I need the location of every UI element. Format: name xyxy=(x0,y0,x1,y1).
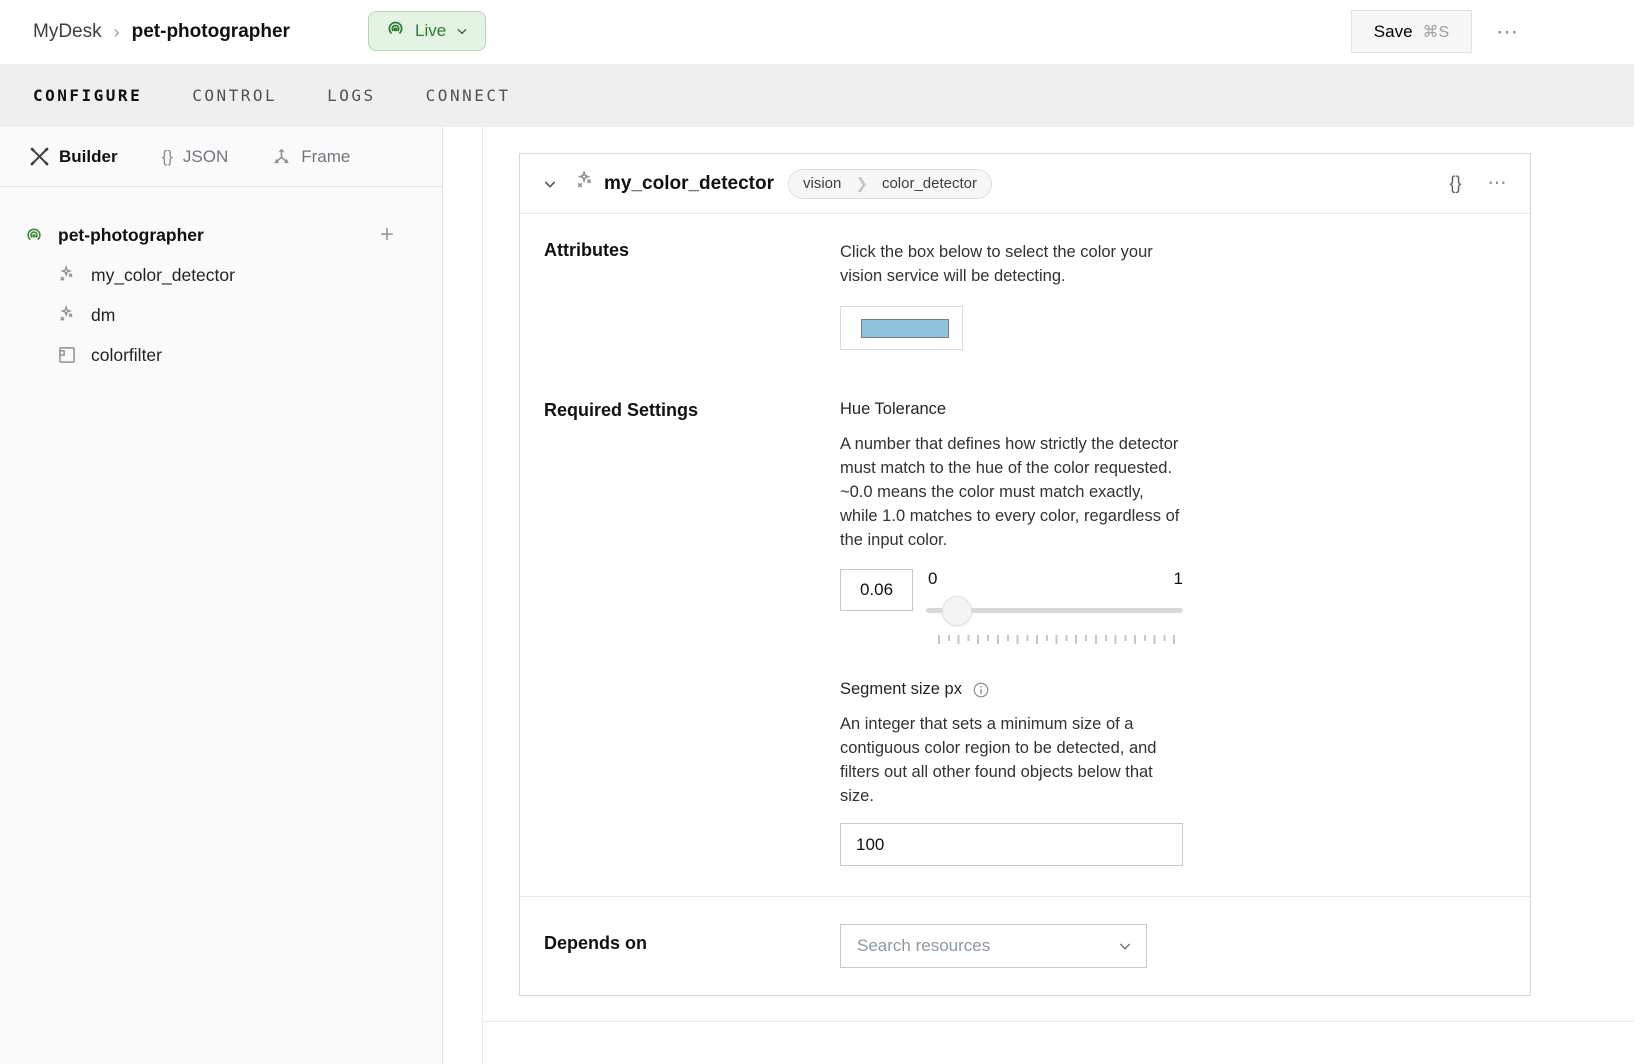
resource-api-label: vision xyxy=(789,170,855,198)
tree-machine-row[interactable]: pet-photographer + xyxy=(0,215,442,255)
tree-item-dm[interactable]: dm xyxy=(0,295,442,335)
hue-tolerance-label: Hue Tolerance xyxy=(840,400,1185,419)
save-button[interactable]: Save ⌘S xyxy=(1351,10,1472,53)
hue-tolerance-slider: 0 1 xyxy=(926,569,1183,644)
depends-on-select xyxy=(840,924,1147,968)
chevron-down-icon xyxy=(542,176,558,192)
info-icon[interactable] xyxy=(972,681,990,699)
breadcrumb: MyDesk › pet-photographer xyxy=(33,0,290,64)
sidebar-view-tabs: Builder {} JSON Frame xyxy=(0,127,442,187)
depends-on-search-input[interactable] xyxy=(840,924,1147,968)
live-status-button[interactable]: Live xyxy=(368,11,486,51)
content-pane-divider xyxy=(482,127,483,1064)
tab-control[interactable]: CONTROL xyxy=(192,86,277,105)
required-settings-section: Required Settings Hue Tolerance A number… xyxy=(520,350,1530,866)
slider-min-label: 0 xyxy=(928,569,937,589)
card-title: my_color_detector xyxy=(604,173,774,195)
tree-item-label: my_color_detector xyxy=(91,265,235,286)
attributes-section-label: Attributes xyxy=(544,240,840,350)
pill-separator-icon: ❯ xyxy=(855,174,868,192)
add-resource-button[interactable]: + xyxy=(380,223,394,247)
top-header: MyDesk › pet-photographer Live Save ⌘S ⋯ xyxy=(0,0,1634,64)
component-icon xyxy=(57,345,77,365)
view-tab-builder[interactable]: Builder xyxy=(30,147,118,167)
view-tab-json-label: JSON xyxy=(183,147,228,167)
breadcrumb-machine-name: pet-photographer xyxy=(132,21,290,43)
tree-item-my-color-detector[interactable]: my_color_detector xyxy=(0,255,442,295)
hue-tolerance-input[interactable] xyxy=(840,569,913,611)
header-more-menu-button[interactable]: ⋯ xyxy=(1490,16,1526,48)
card-header-actions: {} ⋯ xyxy=(1449,172,1508,195)
chevron-down-icon xyxy=(455,24,469,38)
frame-axes-icon xyxy=(272,147,291,166)
hue-tolerance-control: 0 1 xyxy=(840,569,1185,644)
content-bottom-divider xyxy=(483,1021,1634,1022)
tree-item-label: dm xyxy=(91,305,115,326)
segment-size-description: An integer that sets a minimum size of a… xyxy=(840,712,1185,808)
braces-icon: {} xyxy=(162,147,173,167)
tab-logs[interactable]: LOGS xyxy=(327,86,376,105)
resource-type-pill: vision ❯ color_detector xyxy=(788,169,992,199)
tree-item-label: colorfilter xyxy=(91,345,162,366)
save-shortcut: ⌘S xyxy=(1423,22,1450,42)
broadcast-icon xyxy=(385,18,406,44)
required-settings-label: Required Settings xyxy=(544,400,840,866)
view-tab-frame[interactable]: Frame xyxy=(272,147,350,167)
resource-model-label: color_detector xyxy=(868,170,991,198)
tools-icon xyxy=(30,147,49,166)
breadcrumb-separator-icon: › xyxy=(114,22,120,43)
slider-thumb[interactable] xyxy=(942,596,972,626)
live-label: Live xyxy=(415,21,446,41)
hue-tolerance-description: A number that defines how strictly the d… xyxy=(840,432,1185,552)
tab-connect[interactable]: CONNECT xyxy=(426,86,511,105)
tree-item-colorfilter[interactable]: colorfilter xyxy=(0,335,442,375)
machine-live-icon xyxy=(24,225,44,245)
resource-card-my-color-detector: my_color_detector vision ❯ color_detecto… xyxy=(519,153,1531,996)
service-sparkle-icon xyxy=(57,305,77,325)
view-tab-builder-label: Builder xyxy=(59,147,118,167)
attributes-description: Click the box below to select the color … xyxy=(840,240,1185,288)
view-json-button[interactable]: {} xyxy=(1449,173,1461,194)
breadcrumb-root[interactable]: MyDesk xyxy=(33,21,102,43)
config-sidebar: Builder {} JSON Frame pet-photographer + xyxy=(0,127,443,1064)
view-tab-frame-label: Frame xyxy=(301,147,350,167)
attributes-section: Attributes Click the box below to select… xyxy=(520,214,1530,350)
view-tab-json[interactable]: {} JSON xyxy=(162,147,229,167)
depends-on-label: Depends on xyxy=(544,924,840,954)
tab-configure[interactable]: CONFIGURE xyxy=(33,86,142,105)
tree-machine-name: pet-photographer xyxy=(58,225,366,246)
save-label: Save xyxy=(1374,22,1413,42)
segment-size-label: Segment size px xyxy=(840,680,962,699)
card-header: my_color_detector vision ❯ color_detecto… xyxy=(520,154,1530,214)
card-more-menu-button[interactable]: ⋯ xyxy=(1488,172,1509,195)
slider-tick-marks xyxy=(938,635,1183,644)
slider-max-label: 1 xyxy=(1174,569,1183,589)
resource-tree: pet-photographer + my_color_detector dm xyxy=(0,187,442,375)
service-sparkle-icon xyxy=(57,265,77,285)
segment-size-block: Segment size px An integer that sets a m… xyxy=(840,680,1185,866)
segment-size-input[interactable] xyxy=(840,823,1183,866)
collapse-card-button[interactable] xyxy=(542,176,568,192)
service-sparkle-icon xyxy=(574,170,596,197)
main-tabbar: CONFIGURE CONTROL LOGS CONNECT xyxy=(0,64,1634,127)
depends-on-section: Depends on xyxy=(520,896,1530,995)
selected-color-swatch xyxy=(861,319,949,338)
color-picker-button[interactable] xyxy=(840,306,963,350)
